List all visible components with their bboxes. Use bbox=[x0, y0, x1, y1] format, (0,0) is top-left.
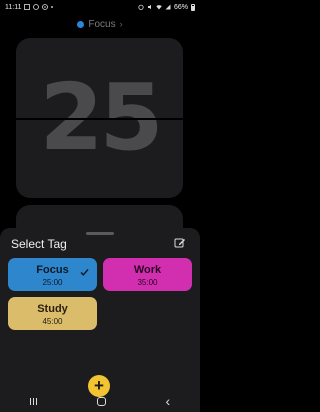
tag-card-work[interactable]: Work 35:00 bbox=[103, 258, 192, 291]
checkmark-icon bbox=[80, 269, 89, 276]
whatsapp-notification-icon bbox=[42, 4, 49, 10]
battery-percent: 66% bbox=[173, 3, 188, 11]
messenger-notification-icon bbox=[33, 4, 40, 10]
tag-duration: 25:00 bbox=[42, 278, 63, 287]
signal-icon bbox=[165, 4, 171, 10]
alarm-icon bbox=[138, 4, 144, 10]
battery-icon bbox=[191, 3, 195, 11]
sheet-drag-handle[interactable] bbox=[86, 232, 114, 235]
mute-icon bbox=[147, 4, 151, 10]
tag-card-study[interactable]: Study 45:00 bbox=[8, 297, 97, 330]
tag-duration: 45:00 bbox=[42, 317, 63, 326]
status-time: 11:11 bbox=[5, 3, 22, 11]
more-notifications-icon bbox=[51, 6, 54, 8]
tag-color-dot bbox=[77, 20, 85, 28]
status-bar-left: 11:11 bbox=[5, 3, 54, 11]
system-nav-bar: ‹ bbox=[0, 390, 200, 412]
tag-duration: 35:00 bbox=[137, 278, 158, 287]
recents-icon[interactable] bbox=[29, 397, 38, 405]
status-bar: 11:11 66% bbox=[0, 0, 200, 14]
wifi-icon bbox=[156, 5, 162, 10]
tag-name: Study bbox=[37, 303, 68, 315]
sheet-title: Select Tag bbox=[11, 237, 67, 251]
tag-card-focus[interactable]: Focus 25:00 bbox=[8, 258, 97, 291]
image-notification-icon bbox=[24, 4, 31, 10]
status-bar-right: 66% bbox=[138, 3, 195, 11]
timer-display[interactable]: 25 bbox=[16, 38, 183, 198]
chevron-right-icon: › bbox=[119, 19, 123, 29]
back-icon[interactable]: ‹ bbox=[166, 393, 171, 409]
flip-divider bbox=[16, 118, 183, 120]
current-tag-selector[interactable]: Focus › bbox=[0, 16, 200, 32]
tag-name: Work bbox=[133, 264, 162, 276]
current-tag-label: Focus bbox=[88, 18, 116, 30]
edit-icon[interactable] bbox=[174, 237, 186, 249]
home-icon[interactable] bbox=[96, 396, 106, 406]
